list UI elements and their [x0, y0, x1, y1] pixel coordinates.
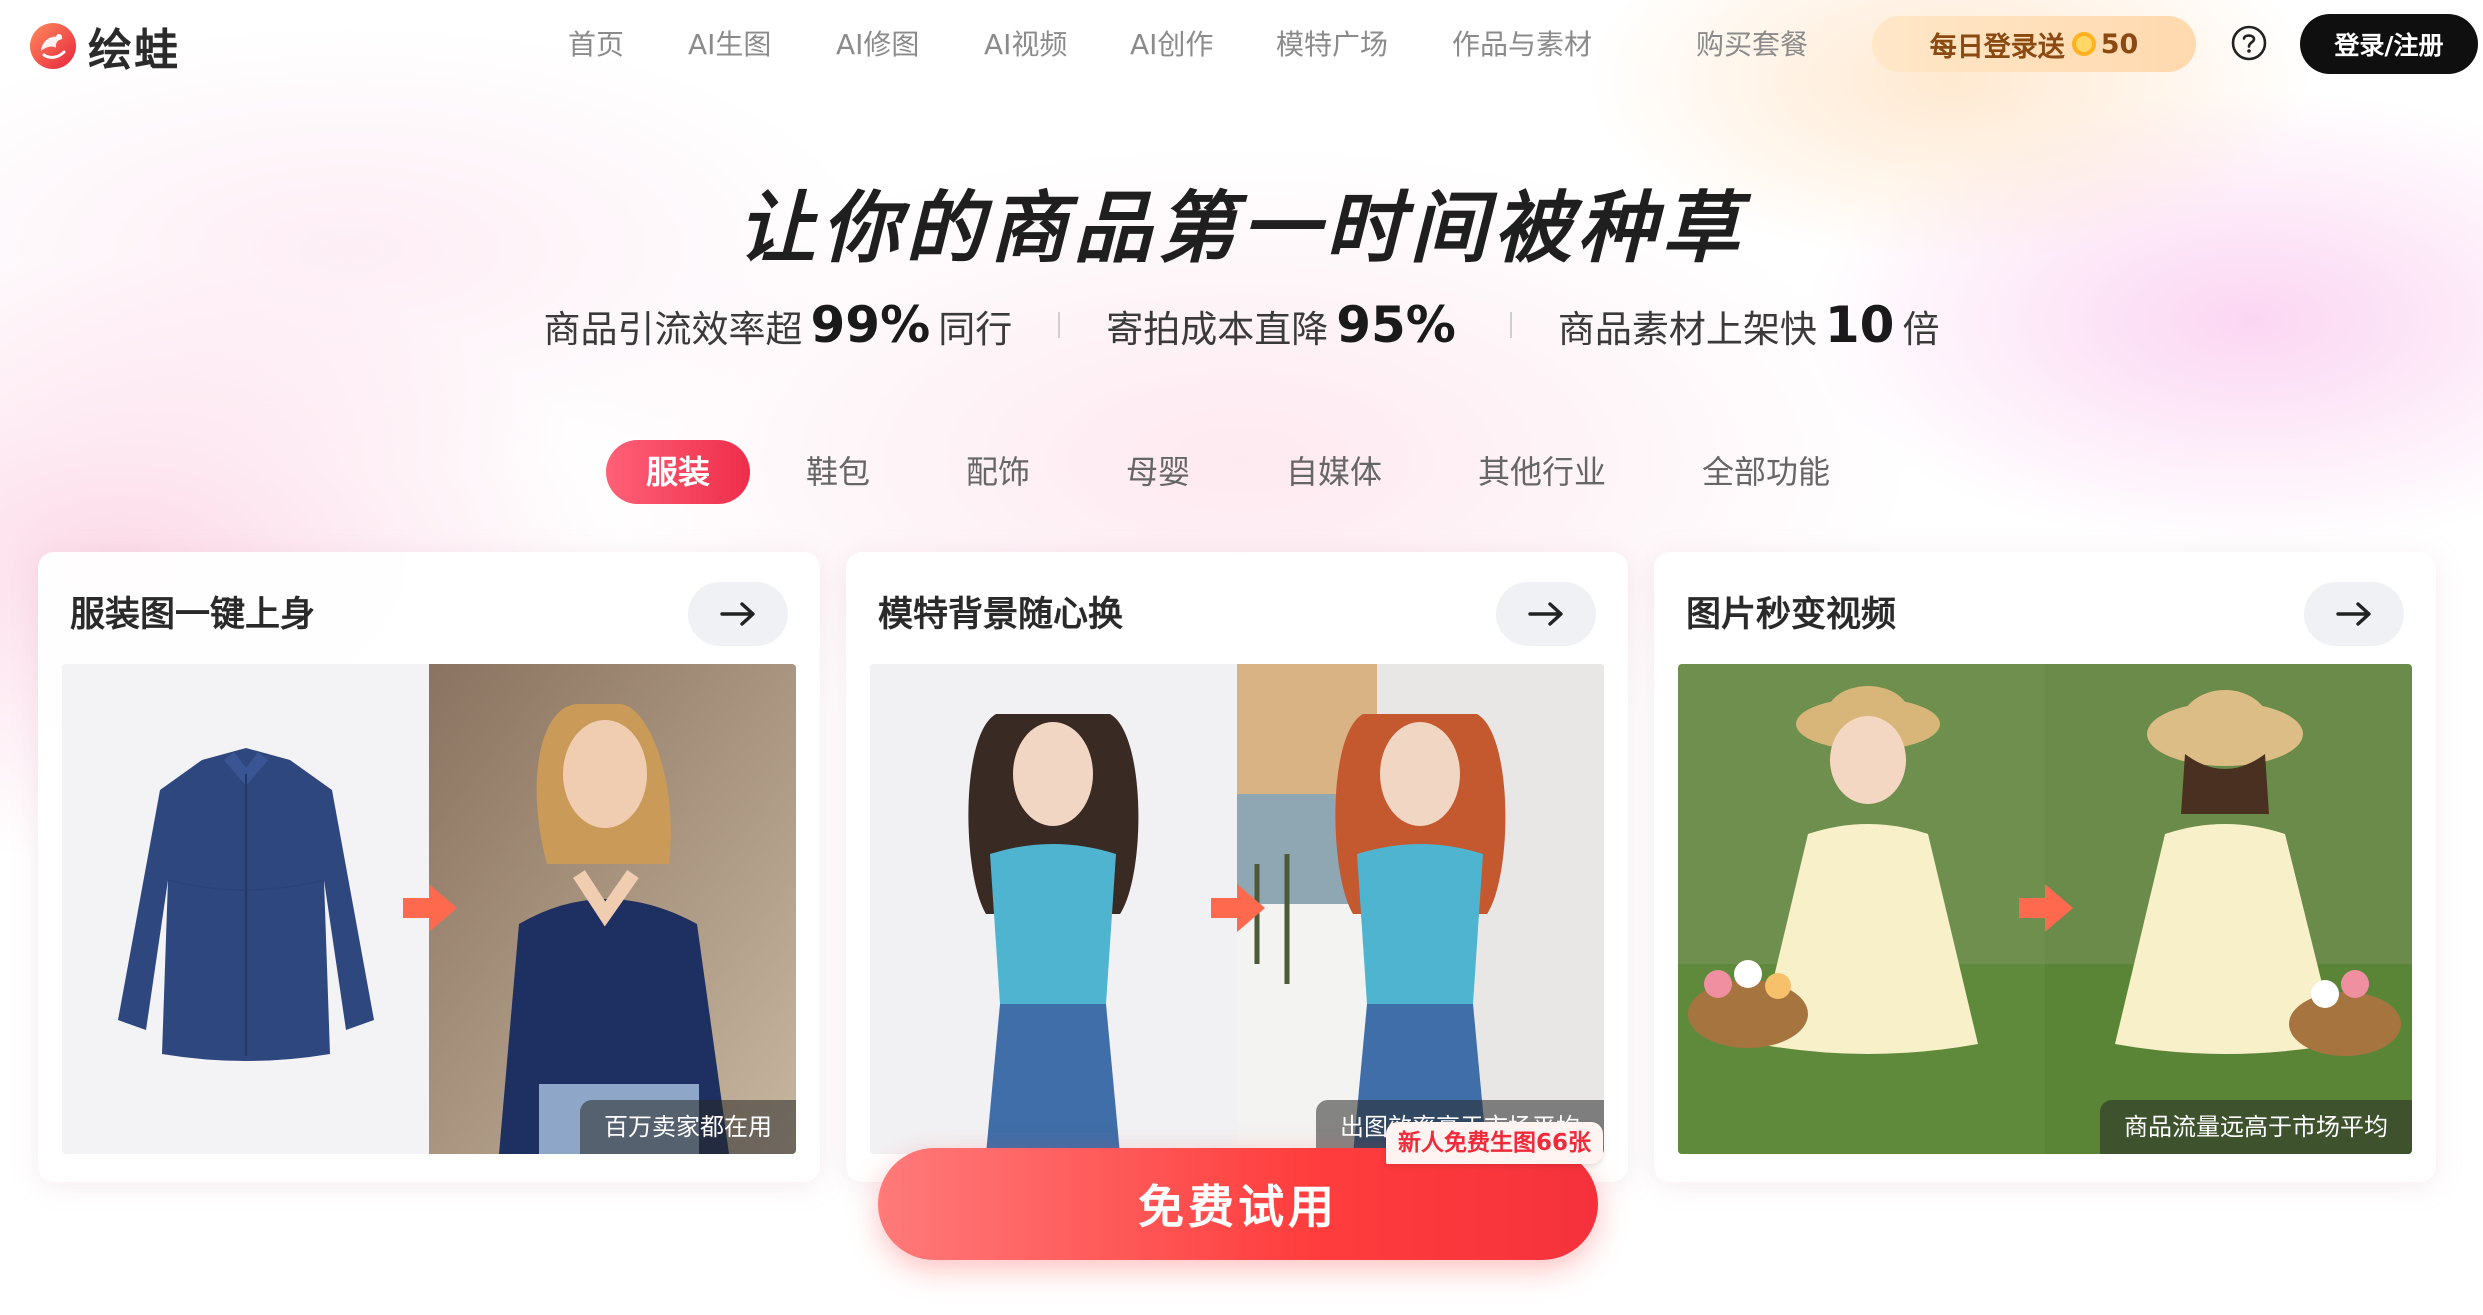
login-register-button[interactable]: 登录/注册 — [2300, 14, 2478, 74]
frog-logo-icon — [30, 23, 76, 69]
question-mark-icon[interactable] — [2226, 20, 2272, 66]
nav-works-assets[interactable]: 作品与素材 — [1452, 24, 1592, 66]
stat-speed: 商品素材上架快 10 倍 — [1557, 296, 1940, 354]
arrow-right-icon — [720, 602, 755, 626]
card-title: 图片秒变视频 — [1686, 595, 1897, 635]
model-wearing-image — [429, 664, 796, 1154]
product-image — [62, 664, 429, 1154]
nav-ai-image[interactable]: AI生图 — [688, 24, 771, 66]
stat-divider — [1058, 312, 1061, 338]
tab-clothing[interactable]: 服装 — [606, 440, 750, 504]
model-photo — [870, 664, 1237, 1154]
nav-ai-create[interactable]: AI创作 — [1130, 24, 1213, 66]
tab-other-industries[interactable]: 其他行业 — [1478, 440, 1606, 504]
free-trial-button[interactable]: 免费试用 — [878, 1148, 1598, 1260]
feature-card-image-to-video[interactable]: 图片秒变视频 商品流量远高于市场平均 — [1654, 552, 2436, 1182]
card-title: 模特背景随心换 — [878, 595, 1124, 635]
nav-model-square[interactable]: 模特广场 — [1276, 24, 1388, 66]
tab-mother-baby[interactable]: 母婴 — [1126, 440, 1190, 504]
hero-stats: 商品引流效率超 99% 同行 寄拍成本直降 95% 商品素材上架快 10 倍 — [0, 296, 2483, 354]
nav-buy-plans[interactable]: 购买套餐 — [1696, 24, 1808, 66]
child-front-photo — [1678, 664, 2045, 1154]
child-photo-image — [1678, 664, 2045, 1154]
tab-accessories[interactable]: 配饰 — [966, 440, 1030, 504]
daily-login-promo-button[interactable]: 每日登录送 50 — [1872, 16, 2196, 72]
coin-icon — [2071, 32, 2096, 56]
nav-ai-video[interactable]: AI视频 — [984, 24, 1067, 66]
nav-home[interactable]: 首页 — [568, 24, 624, 66]
card-image-compare: 百万卖家都在用 — [62, 664, 796, 1154]
arrow-right-icon — [1528, 602, 1563, 626]
new-user-badge: 新人免费生图66张 — [1386, 1122, 1604, 1164]
tab-shoes-bags[interactable]: 鞋包 — [806, 440, 870, 504]
brand-name: 绘蛙 — [88, 25, 180, 76]
card-open-button[interactable] — [1496, 582, 1596, 646]
tab-all-features[interactable]: 全部功能 — [1702, 440, 1830, 504]
model-photo — [1237, 664, 1604, 1154]
blue-shirt-image — [62, 664, 429, 1154]
stat-cost: 寄拍成本直降 95% — [1106, 296, 1456, 354]
model-original-image — [870, 664, 1237, 1154]
card-caption: 百万卖家都在用 — [580, 1100, 796, 1154]
card-open-button[interactable] — [2304, 582, 2404, 646]
card-title: 服装图一键上身 — [70, 595, 316, 635]
tab-self-media[interactable]: 自媒体 — [1286, 440, 1382, 504]
feature-card-background[interactable]: 模特背景随心换 — [846, 552, 1628, 1182]
feature-card-outfit[interactable]: 服装图一键上身 百万卖家都在用 — [38, 552, 820, 1182]
card-caption: 商品流量远高于市场平均 — [2100, 1100, 2412, 1154]
brand-logo[interactable]: 绘蛙 — [28, 18, 180, 76]
transform-arrow-icon — [1211, 884, 1265, 932]
promo-label: 每日登录送 — [1929, 31, 2065, 63]
card-image-compare: 出图效率高于市场平均 — [870, 664, 1604, 1154]
card-image-compare: 商品流量远高于市场平均 — [1678, 664, 2412, 1154]
nav-ai-retouch[interactable]: AI修图 — [836, 24, 919, 66]
hero-title: 让你的商品第一时间被种草 — [737, 184, 1746, 274]
promo-amount: 50 — [2100, 28, 2139, 60]
card-open-button[interactable] — [688, 582, 788, 646]
model-photo — [429, 664, 796, 1154]
model-new-background-image — [1237, 664, 1604, 1154]
stat-divider — [1509, 312, 1512, 338]
transform-arrow-icon — [403, 884, 457, 932]
child-back-photo — [2045, 664, 2412, 1154]
arrow-right-icon — [2336, 602, 2371, 626]
child-video-frame-image — [2045, 664, 2412, 1154]
transform-arrow-icon — [2019, 884, 2073, 932]
stat-traffic: 商品引流效率超 99% 同行 — [543, 296, 1013, 354]
